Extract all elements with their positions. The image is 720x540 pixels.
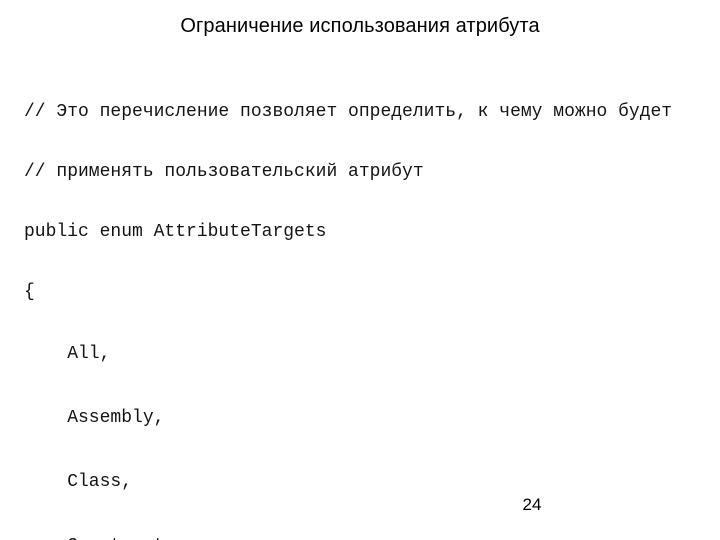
code-line: // Это перечисление позволяет определить…: [24, 102, 673, 122]
presentation-slide: Ограничение использования атрибута // Эт…: [0, 0, 720, 540]
code-line: {: [24, 282, 35, 302]
code-line: All,: [24, 344, 111, 364]
code-line: // применять пользовательский атрибут: [24, 162, 424, 182]
code-line: Assembly,: [24, 408, 165, 428]
page-number: 24: [522, 495, 542, 514]
code-line: Class,: [24, 472, 133, 492]
code-line: Constructor,: [24, 534, 704, 540]
code-line: public enum AttributeTargets: [24, 222, 327, 242]
code-block: // Это перечисление позволяет определить…: [24, 62, 704, 540]
page-title: Ограничение использования атрибута: [180, 15, 540, 37]
